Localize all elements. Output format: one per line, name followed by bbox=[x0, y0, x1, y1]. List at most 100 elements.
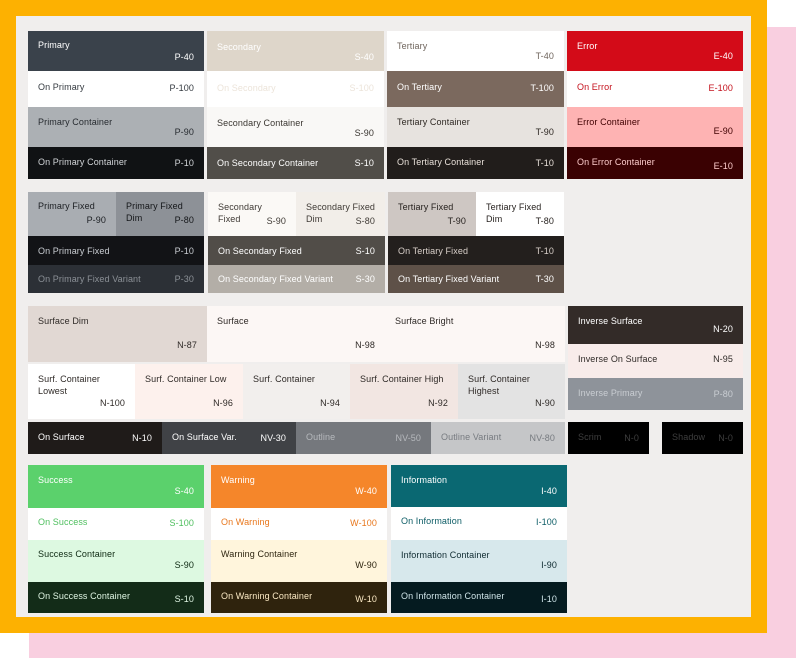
swatch-label: On Secondary bbox=[217, 83, 276, 93]
swatch-label: On Primary Container bbox=[38, 157, 128, 167]
swatch-label: Secondary Container bbox=[217, 118, 304, 128]
swatch-code: P-40 bbox=[174, 52, 194, 62]
swatch-label: Inverse Surface bbox=[578, 316, 643, 326]
swatch-code: T-90 bbox=[535, 127, 554, 137]
swatch-secondary-container: Secondary Container S-90 bbox=[207, 107, 384, 147]
swatch-surface-dim: Surface Dim N-87 bbox=[28, 306, 207, 362]
swatch-label: Shadow bbox=[672, 432, 706, 442]
swatch-code: N-90 bbox=[535, 398, 555, 408]
swatch-label: Surface bbox=[217, 316, 249, 326]
swatch-label: On Success bbox=[38, 517, 88, 527]
swatch-label: Error Container bbox=[577, 117, 641, 127]
swatch-scrim: Scrim N-0 bbox=[568, 422, 649, 454]
swatch-label: Information bbox=[401, 475, 448, 485]
swatch-label-line2: Dim bbox=[486, 214, 503, 224]
swatch-label: On Tertiary Fixed Variant bbox=[398, 274, 500, 284]
swatch-label-line2: Lowest bbox=[38, 386, 68, 396]
swatch-code: W-90 bbox=[355, 560, 377, 570]
swatch-outline: Outline NV-50 bbox=[296, 422, 431, 454]
swatch-on-tertiary-fixed-variant: On Tertiary Fixed Variant T-30 bbox=[388, 265, 564, 293]
swatch-code: I-40 bbox=[541, 486, 557, 496]
swatch-warning-container: Warning Container W-90 bbox=[211, 540, 387, 582]
swatch-label: Error bbox=[577, 41, 598, 51]
swatch-on-secondary-fixed-variant: On Secondary Fixed Variant S-30 bbox=[208, 265, 385, 293]
swatch-code: P-90 bbox=[174, 127, 194, 137]
swatch-code: S-10 bbox=[354, 158, 374, 168]
swatch-code: N-87 bbox=[177, 340, 197, 350]
swatch-code: N-98 bbox=[355, 340, 375, 350]
swatch-tertiary-container: Tertiary Container T-90 bbox=[387, 107, 564, 147]
swatch-on-secondary: On Secondary S-100 bbox=[207, 71, 384, 107]
swatch-on-tertiary: On Tertiary T-100 bbox=[387, 71, 564, 107]
swatch-code: E-10 bbox=[713, 161, 733, 171]
swatch-label: On Primary bbox=[38, 82, 85, 92]
swatch-label: Success Container bbox=[38, 549, 116, 559]
swatch-label: Scrim bbox=[578, 432, 602, 442]
swatch-tertiary-fixed: Tertiary Fixed T-90 bbox=[388, 192, 476, 236]
swatch-code: N-94 bbox=[320, 398, 340, 408]
swatch-inverse-primary: Inverse Primary P-80 bbox=[568, 378, 743, 410]
swatch-primary: Primary P-40 bbox=[28, 31, 204, 71]
swatch-label: Surface Bright bbox=[395, 316, 454, 326]
swatch-label: Surf. Container bbox=[38, 374, 101, 384]
swatch-on-error: On Error E-100 bbox=[567, 71, 743, 107]
swatch-code: P-30 bbox=[174, 274, 194, 284]
swatch-label: Tertiary Container bbox=[397, 117, 470, 127]
swatch-surface-bright: Surface Bright N-98 bbox=[385, 306, 565, 362]
swatch-code: N-100 bbox=[99, 398, 125, 408]
swatch-success: Success S-40 bbox=[28, 465, 204, 508]
swatch-secondary-fixed: Secondary Fixed S-90 bbox=[208, 192, 296, 236]
swatch-code: E-100 bbox=[708, 83, 733, 93]
swatch-secondary-fixed-dim: Secondary Fixed Dim S-80 bbox=[296, 192, 385, 236]
swatch-code: P-10 bbox=[174, 246, 194, 256]
swatch-on-success-container: On Success Container S-10 bbox=[28, 582, 204, 613]
swatch-code: P-100 bbox=[169, 83, 194, 93]
swatch-error: Error E-40 bbox=[567, 31, 743, 71]
swatch-code: I-10 bbox=[541, 594, 557, 604]
swatch-on-information-container: On Information Container I-10 bbox=[391, 582, 567, 613]
swatch-code: N-0 bbox=[718, 433, 733, 443]
swatch-on-secondary-fixed: On Secondary Fixed S-10 bbox=[208, 236, 385, 265]
swatch-code: E-90 bbox=[713, 126, 733, 136]
swatch-code: T-10 bbox=[535, 158, 554, 168]
swatch-label: On Warning Container bbox=[221, 591, 313, 601]
swatch-code: S-30 bbox=[355, 274, 375, 284]
palette-canvas: Primary P-40 On Primary P-100 Primary Co… bbox=[16, 16, 751, 617]
swatch-information-container: Information Container I-90 bbox=[391, 540, 567, 582]
swatch-code: T-10 bbox=[535, 246, 554, 256]
swatch-outline-variant: Outline Variant NV-80 bbox=[431, 422, 565, 454]
swatch-surface: Surface N-98 bbox=[207, 306, 385, 362]
swatch-label: On Surface bbox=[38, 432, 85, 442]
swatch-code: S-90 bbox=[266, 216, 286, 226]
swatch-code: S-90 bbox=[354, 128, 374, 138]
swatch-label: On Information Container bbox=[401, 591, 505, 601]
swatch-surface-container-highest: Surf. Container Highest N-90 bbox=[458, 364, 565, 419]
swatch-success-container: Success Container S-90 bbox=[28, 540, 204, 582]
swatch-label: Tertiary Fixed bbox=[486, 202, 542, 212]
swatch-label: Information Container bbox=[401, 550, 490, 560]
swatch-code: I-100 bbox=[535, 517, 557, 527]
swatch-code: T-40 bbox=[535, 51, 554, 61]
swatch-label: Inverse On Surface bbox=[578, 354, 658, 364]
swatch-label: Tertiary Fixed bbox=[398, 202, 454, 212]
swatch-code: P-80 bbox=[713, 389, 733, 399]
swatch-code: N-92 bbox=[428, 398, 448, 408]
swatch-on-secondary-container: On Secondary Container S-10 bbox=[207, 147, 384, 179]
swatch-code: W-40 bbox=[355, 486, 377, 496]
swatch-code: T-90 bbox=[447, 216, 466, 226]
swatch-primary-fixed: Primary Fixed P-90 bbox=[28, 192, 116, 236]
swatch-label: On Secondary Container bbox=[217, 158, 319, 168]
swatch-code: P-10 bbox=[174, 158, 194, 168]
swatch-label: Primary Fixed bbox=[38, 201, 95, 211]
swatch-on-tertiary-fixed: On Tertiary Fixed T-10 bbox=[388, 236, 564, 265]
swatch-label: On Warning bbox=[221, 517, 270, 527]
swatch-tertiary-fixed-dim: Tertiary Fixed Dim T-80 bbox=[476, 192, 564, 236]
swatch-inverse-on-surface: Inverse On Surface N-95 bbox=[568, 344, 743, 378]
swatch-code: I-90 bbox=[541, 560, 557, 570]
swatch-label: On Primary Fixed bbox=[38, 246, 110, 256]
swatch-code: NV-50 bbox=[395, 433, 421, 443]
swatch-label: Inverse Primary bbox=[578, 388, 643, 398]
swatch-label: On Surface Var. bbox=[172, 432, 237, 442]
swatch-code: T-80 bbox=[535, 216, 554, 226]
swatch-code: S-100 bbox=[349, 83, 374, 93]
